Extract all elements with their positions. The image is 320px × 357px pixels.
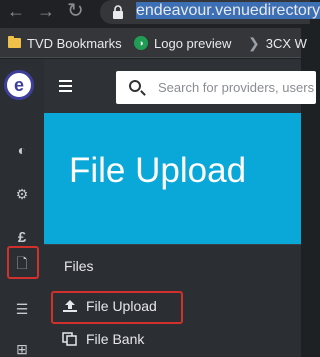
bookmark-logo-preview[interactable]: ◑ Logo preview xyxy=(134,34,231,52)
folder-icon xyxy=(8,36,21,48)
logo-icon: ◑ xyxy=(134,36,148,50)
bookmark-label: 3CX W xyxy=(265,35,307,51)
lock-icon xyxy=(113,5,123,19)
dashboard-icon[interactable]: ◐ xyxy=(0,132,44,168)
search-icon xyxy=(129,80,141,92)
bookmark-3cx[interactable]: ❯ 3CX W xyxy=(248,34,307,52)
menu-item-label: File Bank xyxy=(86,331,145,347)
back-arrow-icon[interactable]: ← xyxy=(7,2,25,20)
bookmark-label: TVD Bookmarks xyxy=(27,35,122,51)
search-field[interactable]: Search for providers, users xyxy=(116,71,316,104)
page-title: File Upload xyxy=(69,151,247,190)
settings-icon[interactable]: ⚙ xyxy=(0,176,44,212)
address-bar[interactable]: endeavour.venuedirectory. xyxy=(100,0,320,24)
sidebar: e ◐ ⚙ £ 🗋 ☰ ⊞ xyxy=(0,59,44,357)
app-topbar: Search for providers, users xyxy=(44,59,316,113)
reload-icon[interactable]: ↻ xyxy=(67,0,84,22)
upload-icon xyxy=(63,300,77,312)
menu-item-label: File Upload xyxy=(86,298,157,314)
app-logo[interactable]: e xyxy=(4,70,34,100)
files-flyout-menu: Files File Upload File Bank xyxy=(44,244,301,357)
files-icon[interactable]: 🗋 xyxy=(0,247,44,283)
forward-arrow-icon[interactable]: → xyxy=(37,2,55,20)
menu-item-file-bank[interactable]: File Bank xyxy=(54,325,274,353)
menu-item-file-upload[interactable]: File Upload xyxy=(54,292,274,320)
grid-icon[interactable]: ⊞ xyxy=(0,331,44,357)
list-icon[interactable]: ☰ xyxy=(0,291,44,327)
bookmark-tvd[interactable]: TVD Bookmarks xyxy=(8,34,122,52)
bookmarks-bar: TVD Bookmarks ◑ Logo preview ❯ 3CX W xyxy=(0,28,307,58)
chevron-icon: ❯ xyxy=(248,34,260,51)
browser-toolbar: ← → ↻ endeavour.venuedirectory. xyxy=(0,0,320,28)
copy-icon xyxy=(62,332,77,346)
url-text: endeavour.venuedirectory. xyxy=(136,2,320,20)
search-placeholder: Search for providers, users xyxy=(158,80,315,95)
page-header: File Upload xyxy=(44,113,301,247)
menu-icon[interactable] xyxy=(59,80,72,92)
bookmark-label: Logo preview xyxy=(154,35,232,51)
flyout-heading: Files xyxy=(64,258,94,274)
app-logo-letter: e xyxy=(13,74,24,95)
